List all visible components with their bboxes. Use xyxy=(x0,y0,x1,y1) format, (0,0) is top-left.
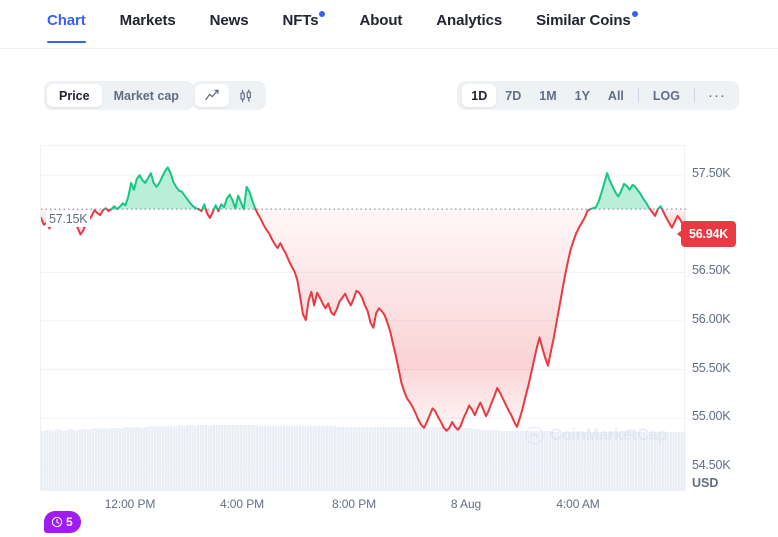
chart-controls: Price Market cap 1D 7D 1M 1Y All LOG ··· xyxy=(0,49,778,121)
metric-toggle-group: Price Market cap xyxy=(44,81,194,110)
y-axis-tick-label: 54.50K xyxy=(692,457,731,472)
time-range-group: 1D 7D 1M 1Y All LOG ··· xyxy=(457,81,739,110)
candlestick-chart-icon[interactable] xyxy=(229,84,263,107)
metric-marketcap-button[interactable]: Market cap xyxy=(102,84,191,107)
tab-notification-dot xyxy=(631,11,638,17)
divider xyxy=(694,88,695,103)
x-axis-tick-label: 8:00 PM xyxy=(332,497,376,511)
coin-chart-page: Chart Markets News NFTs About Analytics Simila… xyxy=(0,0,778,537)
tab-notification-dot xyxy=(319,11,326,17)
x-axis-tick-label: 4:00 PM xyxy=(220,497,264,511)
range-all-button[interactable]: All xyxy=(599,84,633,107)
more-options-button[interactable]: ··· xyxy=(700,84,734,107)
tab-analytics[interactable]: Analytics xyxy=(436,0,502,42)
tab-label: Similar Coins xyxy=(536,12,631,29)
history-badge-count: 5 xyxy=(66,515,73,529)
tab-similar-coins[interactable]: Similar Coins xyxy=(536,0,638,42)
volume-bars xyxy=(41,425,686,491)
tab-nfts[interactable]: NFTs xyxy=(282,0,326,42)
line-chart-icon[interactable] xyxy=(195,84,229,107)
y-axis-tick-label: 55.00K xyxy=(692,409,731,424)
range-1y-button[interactable]: 1Y xyxy=(566,84,599,107)
range-7d-button[interactable]: 7D xyxy=(496,84,530,107)
x-axis-tick-label: 12:00 PM xyxy=(104,497,156,511)
tab-news[interactable]: News xyxy=(210,0,249,42)
price-chart[interactable] xyxy=(40,145,686,491)
log-scale-button[interactable]: LOG xyxy=(644,84,689,107)
tab-label: Analytics xyxy=(436,12,503,29)
current-price-badge: 56.94K xyxy=(676,221,737,247)
y-axis-tick-label: 56.00K xyxy=(692,311,731,326)
range-1m-button[interactable]: 1M xyxy=(530,84,565,107)
divider xyxy=(637,88,639,103)
y-axis-tick-label: 57.50K xyxy=(692,166,731,181)
tab-about[interactable]: About xyxy=(359,0,402,42)
tab-label: Chart xyxy=(47,12,86,29)
history-badge[interactable]: 5 xyxy=(44,511,81,533)
y-axis-tick-label: 56.50K xyxy=(692,263,731,278)
range-1d-button[interactable]: 1D xyxy=(462,84,497,107)
y-axis-tick-label: 55.50K xyxy=(692,360,731,375)
baseline-price-label: 57.15K xyxy=(46,211,91,227)
tab-chart[interactable]: Chart xyxy=(47,0,86,43)
clock-history-icon xyxy=(51,516,63,528)
tab-label: NFTs xyxy=(282,12,319,29)
metric-price-button[interactable]: Price xyxy=(47,84,102,107)
tab-bar: Chart Markets News NFTs About Analytics Simila… xyxy=(0,0,778,49)
tab-label: News xyxy=(209,12,249,29)
x-axis-tick-label: 8 Aug xyxy=(450,497,482,511)
tab-label: Markets xyxy=(119,12,176,29)
tab-label: About xyxy=(359,12,403,29)
price-chart-svg xyxy=(41,166,686,491)
chart-type-toggle-group xyxy=(192,81,266,110)
tab-markets[interactable]: Markets xyxy=(120,0,176,42)
x-axis-tick-label: 4:00 AM xyxy=(556,497,600,511)
currency-label: USD xyxy=(692,476,719,490)
